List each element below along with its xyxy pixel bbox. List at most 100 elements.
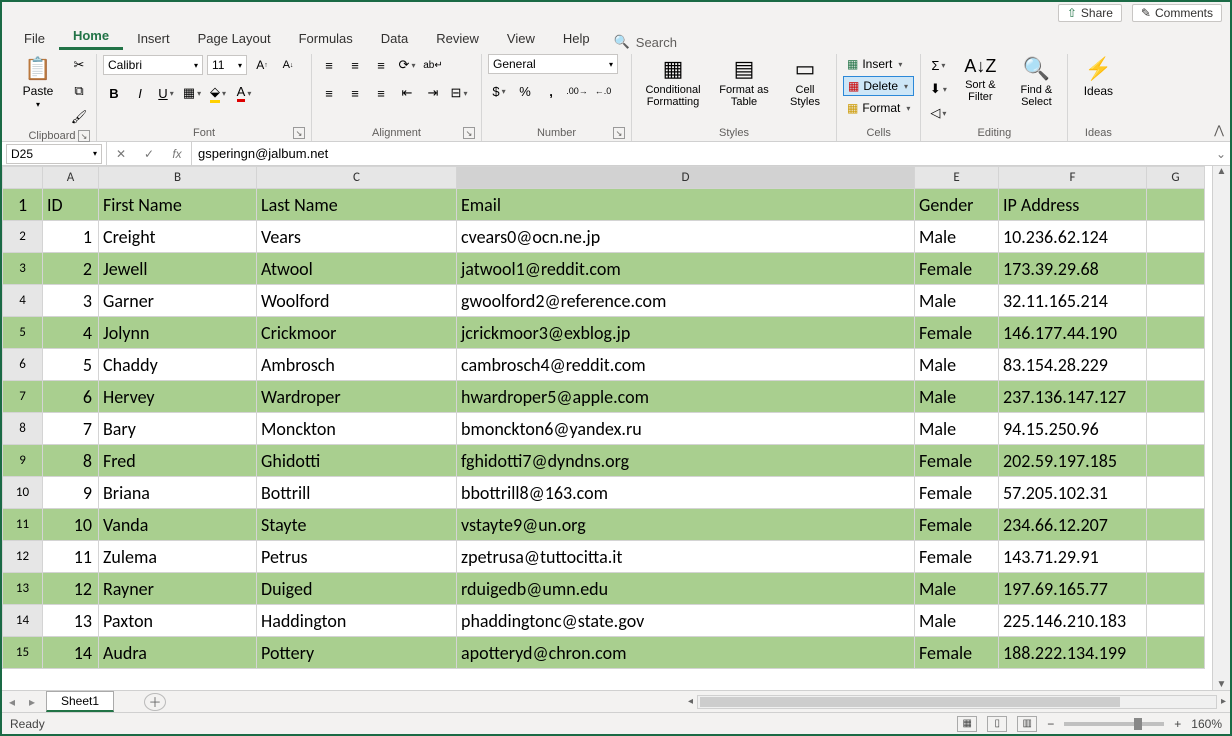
cell[interactable]: 146.177.44.190 (999, 317, 1147, 349)
increase-decimal-button[interactable]: .00→ (566, 80, 588, 102)
cell[interactable]: 12 (43, 573, 99, 605)
row-header[interactable]: 11 (3, 509, 43, 541)
format-as-table-button[interactable]: ▤ Format as Table (714, 54, 774, 110)
scroll-down-icon[interactable]: ▼ (1217, 679, 1227, 690)
row-header[interactable]: 6 (3, 349, 43, 381)
cell[interactable]: Vanda (99, 509, 257, 541)
cell[interactable]: 14 (43, 637, 99, 669)
tab-nav-next[interactable]: ▸ (22, 695, 42, 709)
cell[interactable] (1147, 189, 1205, 221)
cell[interactable] (1147, 637, 1205, 669)
new-sheet-button[interactable]: ＋ (144, 693, 166, 711)
tab-review[interactable]: Review (422, 27, 493, 50)
formula-input[interactable]: gsperingn@jalbum.net (192, 142, 1212, 165)
tab-nav-prev[interactable]: ◂ (2, 695, 22, 709)
align-left-button[interactable]: ≡ (318, 82, 340, 104)
cell[interactable]: Male (915, 413, 999, 445)
align-right-button[interactable]: ≡ (370, 82, 392, 104)
row-header[interactable]: 14 (3, 605, 43, 637)
row-header[interactable]: 9 (3, 445, 43, 477)
row-header[interactable]: 4 (3, 285, 43, 317)
clipboard-dialog-launcher[interactable]: ↘ (78, 130, 90, 142)
cell[interactable]: Haddington (257, 605, 457, 637)
cell[interactable]: 5 (43, 349, 99, 381)
select-all-corner[interactable] (3, 167, 43, 189)
decrease-indent-button[interactable]: ⇤ (396, 82, 418, 104)
alignment-dialog-launcher[interactable]: ↘ (463, 127, 475, 139)
cell[interactable]: Duiged (257, 573, 457, 605)
cell[interactable]: 9 (43, 477, 99, 509)
comma-button[interactable]: , (540, 80, 562, 102)
row-header[interactable]: 15 (3, 637, 43, 669)
table-row[interactable]: 54JolynnCrickmoorjcrickmoor3@exblog.jpFe… (3, 317, 1205, 349)
insert-cells-button[interactable]: ▦ Insert (843, 54, 914, 74)
cell[interactable]: 11 (43, 541, 99, 573)
name-box[interactable]: D25 ▾ (6, 144, 102, 164)
cell[interactable]: apotteryd@chron.com (457, 637, 915, 669)
table-row[interactable]: 109BrianaBottrillbbottrill8@163.comFemal… (3, 477, 1205, 509)
cell[interactable]: Male (915, 285, 999, 317)
cell[interactable]: Bary (99, 413, 257, 445)
conditional-formatting-button[interactable]: ▦ Conditional Formatting (638, 54, 708, 110)
cell[interactable]: Jolynn (99, 317, 257, 349)
table-row[interactable]: 87BaryMoncktonbmonckton6@yandex.ruMale94… (3, 413, 1205, 445)
horizontal-scrollbar[interactable]: ◂ ▸ (166, 695, 1230, 709)
autosum-button[interactable]: Σ (927, 54, 949, 76)
delete-cells-button[interactable]: ▦ Delete (843, 76, 914, 96)
tab-data[interactable]: Data (367, 27, 422, 50)
row-header[interactable]: 3 (3, 253, 43, 285)
number-format-select[interactable]: General ▾ (488, 54, 618, 74)
find-select-button[interactable]: 🔍 Find & Select (1011, 54, 1061, 110)
cell[interactable]: Monckton (257, 413, 457, 445)
wrap-text-button[interactable]: ab↵ (422, 54, 444, 76)
orientation-button[interactable]: ⟳ (396, 54, 418, 76)
cell[interactable]: 173.39.29.68 (999, 253, 1147, 285)
cell[interactable]: Chaddy (99, 349, 257, 381)
comments-button[interactable]: ✎ Comments (1132, 4, 1222, 22)
table-row[interactable]: 32JewellAtwooljatwool1@reddit.comFemale1… (3, 253, 1205, 285)
cell[interactable]: Woolford (257, 285, 457, 317)
merge-center-button[interactable]: ⊟ (448, 82, 470, 104)
row-header[interactable]: 1 (3, 189, 43, 221)
border-button[interactable]: ▦ (181, 82, 203, 104)
cell[interactable]: 3 (43, 285, 99, 317)
cell[interactable]: Last Name (257, 189, 457, 221)
cell[interactable]: bbottrill8@163.com (457, 477, 915, 509)
table-row[interactable]: 1413PaxtonHaddingtonphaddingtonc@state.g… (3, 605, 1205, 637)
cell[interactable] (1147, 477, 1205, 509)
column-headers[interactable]: A B C D E F G (3, 167, 1205, 189)
cell[interactable] (1147, 605, 1205, 637)
cell[interactable]: Gender (915, 189, 999, 221)
cell[interactable]: Hervey (99, 381, 257, 413)
align-center-button[interactable]: ≡ (344, 82, 366, 104)
cell[interactable]: Male (915, 349, 999, 381)
cell[interactable]: 10.236.62.124 (999, 221, 1147, 253)
increase-indent-button[interactable]: ⇥ (422, 82, 444, 104)
cell[interactable] (1147, 349, 1205, 381)
cell[interactable]: Male (915, 221, 999, 253)
cell[interactable]: First Name (99, 189, 257, 221)
font-name-select[interactable]: Calibri ▾ (103, 55, 203, 75)
number-dialog-launcher[interactable]: ↘ (613, 127, 625, 139)
cell[interactable]: Paxton (99, 605, 257, 637)
cell[interactable]: Fred (99, 445, 257, 477)
cell[interactable]: Stayte (257, 509, 457, 541)
paste-button[interactable]: 📋 Paste ▾ (14, 54, 62, 111)
table-row[interactable]: 1110VandaStaytevstayte9@un.orgFemale234.… (3, 509, 1205, 541)
tell-me-search[interactable]: 🔍 Search (614, 34, 677, 50)
cell[interactable]: 1 (43, 221, 99, 253)
expand-formula-bar[interactable]: ⌄ (1212, 147, 1230, 161)
align-bottom-button[interactable]: ≡ (370, 54, 392, 76)
cell[interactable]: 4 (43, 317, 99, 349)
scroll-left-icon[interactable]: ◂ (688, 696, 693, 707)
cell[interactable]: Petrus (257, 541, 457, 573)
col-header-C[interactable]: C (257, 167, 457, 189)
cell[interactable]: Male (915, 381, 999, 413)
cell[interactable]: hwardroper5@apple.com (457, 381, 915, 413)
view-normal-button[interactable]: ▦ (957, 716, 977, 732)
view-page-break-button[interactable]: ▥ (1017, 716, 1037, 732)
scroll-right-icon[interactable]: ▸ (1221, 696, 1226, 707)
accounting-format-button[interactable]: $ (488, 80, 510, 102)
cell[interactable]: Female (915, 253, 999, 285)
cell[interactable]: rduigedb@umn.edu (457, 573, 915, 605)
